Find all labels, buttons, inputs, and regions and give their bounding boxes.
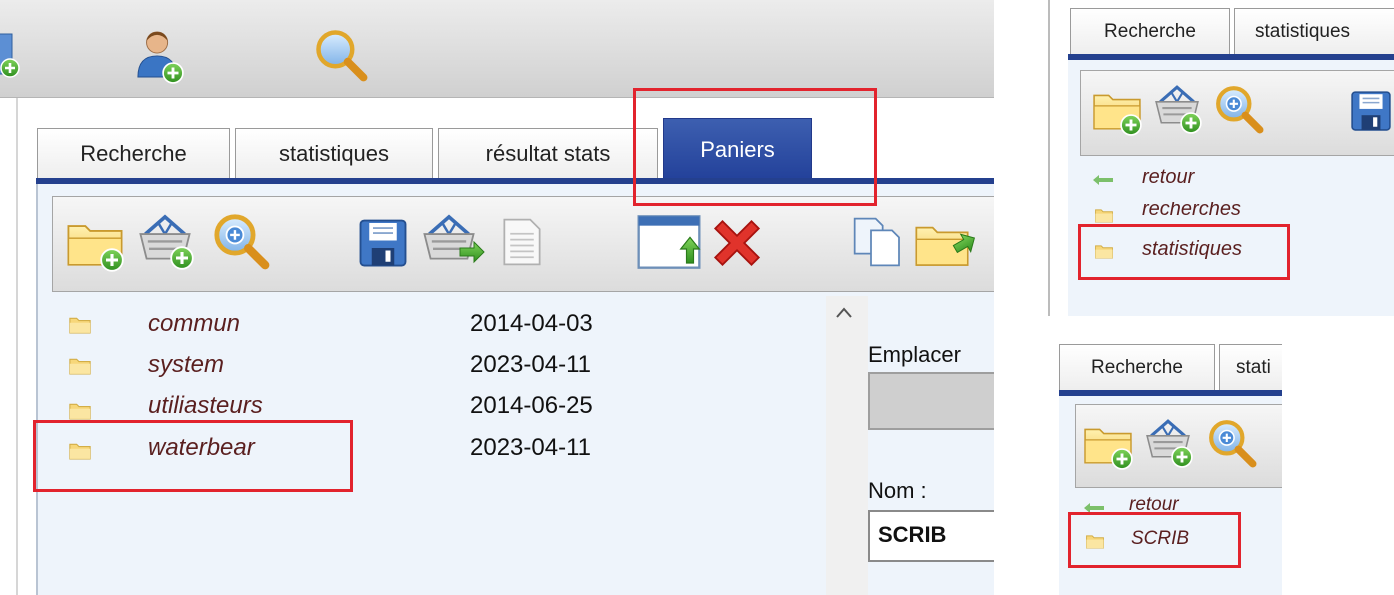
window-upload-icon[interactable] [634, 212, 704, 272]
item-label: recherches [1142, 202, 1241, 220]
back-arrow-icon [1093, 175, 1113, 185]
name-label: Nom : [868, 478, 927, 503]
tab-stati[interactable]: stati [1219, 344, 1282, 390]
new-basket-icon[interactable] [136, 210, 202, 272]
copy-icon[interactable] [848, 212, 908, 272]
save-icon[interactable] [356, 216, 410, 270]
item-label: retour [1142, 166, 1195, 188]
folder-name: system [148, 351, 225, 378]
tab-label: stati [1236, 356, 1271, 378]
list-item-retour[interactable]: retour [1092, 166, 1382, 194]
tab-label: statistiques [278, 140, 390, 166]
tab-label: résultat stats [485, 140, 611, 166]
folder-date: 2014-04-03 [470, 310, 593, 337]
chevron-up-icon[interactable] [834, 306, 854, 320]
new-folder-icon[interactable] [1092, 84, 1148, 136]
location-label: Emplacer [868, 342, 961, 367]
tab-recherche[interactable]: Recherche [1070, 8, 1230, 54]
list-item[interactable]: system 2023-04-11 [60, 347, 820, 383]
name-field[interactable]: SCRIB [868, 510, 994, 562]
new-folder-icon[interactable] [1083, 418, 1139, 470]
highlight-scrib [1068, 512, 1241, 568]
partial-toolbar-icon[interactable] [0, 28, 22, 84]
list-scrollbar[interactable] [826, 296, 868, 595]
list-item[interactable]: commun 2014-04-03 [60, 306, 820, 342]
tab-resultat-stats[interactable]: résultat stats [438, 128, 658, 178]
top-right-panel: Recherche statistiques retour recherches… [1048, 0, 1394, 316]
folder-icon [69, 358, 91, 375]
folder-icon [69, 317, 91, 334]
highlight-waterbear-row [33, 420, 353, 492]
delete-icon[interactable] [706, 212, 770, 272]
highlight-paniers-tab [633, 88, 877, 206]
location-field[interactable] [868, 372, 994, 430]
main-window: Recherche statistiques résultat stats Pa… [0, 0, 994, 595]
folder-name: utiliasteurs [148, 392, 263, 419]
bottom-right-panel: Recherche stati retour SCRIB [1057, 328, 1282, 595]
folder-icon [69, 403, 91, 420]
tab-label: statistiques [1255, 20, 1351, 42]
basket-export-icon[interactable] [420, 210, 488, 272]
tab-label: Recherche [80, 140, 187, 166]
add-user-icon[interactable] [136, 26, 188, 86]
new-basket-icon[interactable] [1143, 416, 1199, 470]
tab-statistiques[interactable]: statistiques [235, 128, 433, 178]
zoom-in-icon[interactable] [1212, 82, 1266, 136]
new-basket-icon[interactable] [1152, 82, 1208, 136]
tab-label: Recherche [1091, 356, 1183, 378]
new-folder-icon[interactable] [66, 212, 132, 272]
tab-recherche[interactable]: Recherche [1059, 344, 1215, 390]
folder-date: 2023-04-11 [470, 351, 591, 378]
zoom-in-icon[interactable] [210, 210, 272, 272]
folder-name: commun [148, 310, 241, 337]
name-field-value: SCRIB [878, 522, 947, 547]
zoom-in-icon[interactable] [1205, 416, 1259, 470]
folder-icon [1095, 209, 1113, 223]
tab-statistiques[interactable]: statistiques [1234, 8, 1394, 54]
tab-label: Recherche [1104, 20, 1196, 42]
folder-import-icon[interactable] [914, 214, 980, 272]
search-icon[interactable] [312, 26, 370, 84]
tab-recherche[interactable]: Recherche [37, 128, 230, 178]
folder-date: 2014-06-25 [470, 392, 593, 419]
list-item-recherches[interactable]: recherches [1092, 202, 1382, 226]
panel-border [1048, 0, 1050, 316]
list-item[interactable]: utiliasteurs 2014-06-25 [60, 388, 820, 424]
highlight-statistiques [1078, 224, 1290, 280]
folder-date: 2023-04-11 [470, 434, 591, 461]
document-icon[interactable] [500, 214, 544, 270]
save-icon[interactable] [1348, 88, 1394, 134]
